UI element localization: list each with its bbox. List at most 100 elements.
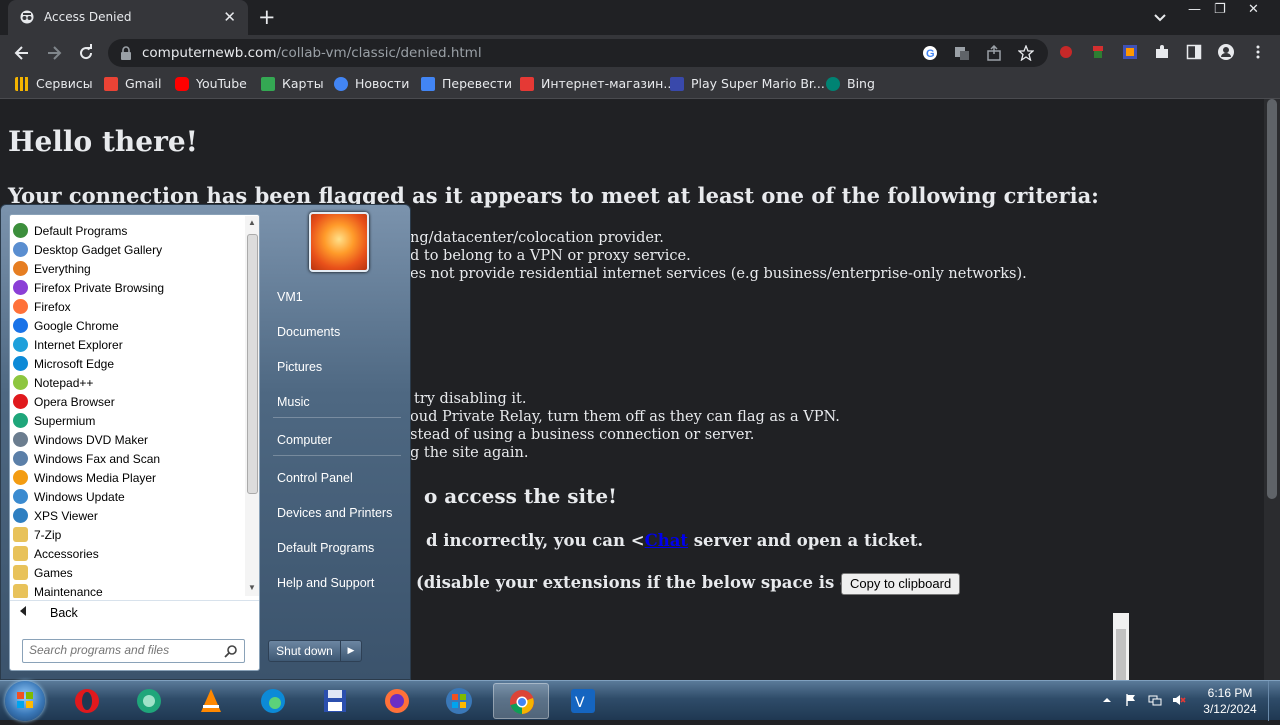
kebab-menu-icon[interactable] [1250,44,1266,60]
taskbar-app-vnc[interactable]: V [555,683,611,719]
user-picture-flower[interactable] [309,212,369,272]
news-icon [334,76,348,91]
edge-icon [261,689,285,713]
program-item[interactable]: Notepad++ [13,373,243,392]
program-item[interactable]: Everything [13,259,243,278]
taskbar-app-edge[interactable] [245,683,301,719]
start-link-help-and-support[interactable]: Help and Support [277,576,374,590]
programs-pane: Default Programs Desktop Gadget Gallery Ev… [9,214,260,671]
minimize-icon[interactable]: — [1188,2,1201,17]
taskbar-app-supermium[interactable] [121,683,177,719]
program-item[interactable]: Google Chrome [13,316,243,335]
side-panel-icon[interactable] [1186,44,1202,60]
network-icon[interactable] [1148,693,1162,707]
extension-blue-icon[interactable] [1122,44,1138,60]
tray-expand-icon[interactable] [1100,693,1114,707]
tab-search-chevron-icon[interactable] [1151,8,1169,26]
taskbar-app-firefox[interactable] [369,683,425,719]
bookmark-translate[interactable]: Перевести [421,76,512,91]
taskbar-app-save[interactable] [307,683,363,719]
taskbar-app-windows-flag[interactable] [431,683,487,719]
bookmark-shop[interactable]: Интернет-магазин... [520,76,675,91]
program-item[interactable]: Desktop Gadget Gallery [13,240,243,259]
window-close-icon[interactable]: ✕ [1248,2,1259,17]
address-bar[interactable]: computernewb.com/collab-vm/classic/denie… [108,39,1048,67]
mario-icon [670,76,684,91]
textarea-scrollbar[interactable] [1113,613,1129,680]
page-scrollbar[interactable] [1264,99,1280,680]
program-item[interactable]: 7-Zip [13,525,243,544]
program-item[interactable]: Accessories [13,544,243,563]
start-search-box[interactable] [22,639,245,663]
copy-to-clipboard-button[interactable]: Copy to clipboard [841,573,961,595]
start-link-control-panel[interactable]: Control Panel [277,471,353,485]
extension-red-icon[interactable] [1058,44,1074,60]
chat-link[interactable]: Chat [645,531,688,550]
start-link-devices-and-printers[interactable]: Devices and Printers [277,506,392,520]
scrollbar-thumb[interactable] [1267,99,1277,499]
bookmark-youtube[interactable]: YouTube [175,76,247,91]
program-list-scrollbar[interactable]: ▲ ▼ [245,216,259,596]
bookmark-maps[interactable]: Карты [261,76,324,91]
program-item[interactable]: Opera Browser [13,392,243,411]
shut-down-options-arrow-icon[interactable]: ▶ [340,640,362,662]
bookmark-gmail[interactable]: Gmail [104,76,161,91]
lock-icon[interactable] [120,46,132,60]
system-clock[interactable]: 6:16 PM 3/12/2024 [1200,685,1260,717]
shop-icon [520,76,534,91]
start-search-input[interactable] [27,642,221,658]
program-item[interactable]: Microsoft Edge [13,354,243,373]
program-item[interactable]: Firefox Private Browsing [13,278,243,297]
bookmark-services[interactable]: Сервисы [15,76,93,91]
forward-arrow-icon[interactable] [44,43,64,63]
taskbar-app-vlc[interactable] [183,683,239,719]
start-link-documents[interactable]: Documents [277,325,340,339]
program-item[interactable]: Windows Update [13,487,243,506]
extensions-puzzle-icon[interactable] [1154,44,1170,60]
translate-icon[interactable] [954,45,970,61]
share-icon[interactable] [986,45,1002,61]
profile-avatar-icon[interactable] [1218,44,1234,60]
scroll-down-icon[interactable]: ▼ [248,583,256,592]
taskbar-app-chrome[interactable] [493,683,549,719]
shut-down-button[interactable]: Shut down [268,640,341,662]
program-label: XPS Viewer [34,508,98,523]
reload-icon[interactable] [76,43,96,63]
show-desktop-button[interactable] [1268,681,1280,721]
program-item[interactable]: Windows DVD Maker [13,430,243,449]
start-link-computer[interactable]: Computer [277,433,332,447]
program-item[interactable]: Supermium [13,411,243,430]
volume-muted-icon[interactable] [1172,693,1186,707]
new-tab-button[interactable]: + [258,5,276,29]
program-label: Everything [34,261,91,276]
program-item[interactable]: Games [13,563,243,582]
search-icon[interactable] [224,644,238,658]
bookmark-star-icon[interactable] [1018,45,1034,61]
start-link-default-programs[interactable]: Default Programs [277,541,374,555]
extension-mario-icon[interactable] [1090,44,1106,60]
program-item[interactable]: Maintenance [13,582,243,598]
back-button[interactable]: Back [10,600,259,625]
scroll-up-icon[interactable]: ▲ [248,218,256,227]
taskbar-app-opera[interactable] [59,683,115,719]
bookmark-bing[interactable]: Bing [826,76,875,91]
program-list-thumb[interactable] [247,234,258,494]
program-item[interactable]: Windows Media Player [13,468,243,487]
restore-icon[interactable]: ❐ [1214,2,1226,17]
back-arrow-icon[interactable] [12,43,32,63]
start-link-vm1[interactable]: VM1 [277,290,303,304]
google-icon[interactable]: G [922,45,938,61]
program-item[interactable]: XPS Viewer [13,506,243,525]
program-item[interactable]: Default Programs [13,221,243,240]
program-item[interactable]: Windows Fax and Scan [13,449,243,468]
start-link-music[interactable]: Music [277,395,310,409]
program-item[interactable]: Firefox [13,297,243,316]
action-center-flag-icon[interactable] [1124,693,1138,707]
program-item[interactable]: Internet Explorer [13,335,243,354]
bookmark-mario[interactable]: Play Super Mario Br... [670,76,825,91]
start-orb-button[interactable] [5,681,45,721]
tab-access-denied[interactable]: Access Denied ✕ [8,0,248,35]
bookmark-news[interactable]: Новости [334,76,409,91]
tab-close-icon[interactable]: ✕ [223,8,236,26]
start-link-pictures[interactable]: Pictures [277,360,322,374]
